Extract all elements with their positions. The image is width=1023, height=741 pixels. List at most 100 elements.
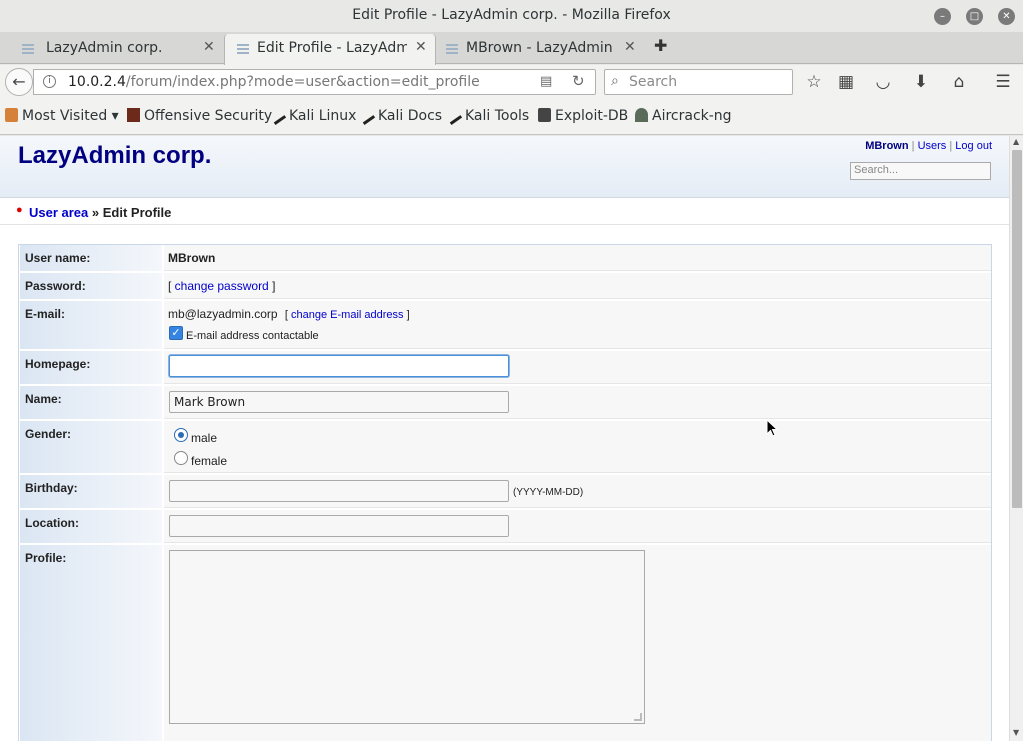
maximize-icon[interactable]: □ xyxy=(966,8,983,25)
bookmark-label: Kali Tools xyxy=(465,108,530,124)
user-links: MBrown | Users | Log out xyxy=(865,140,992,152)
site-search-input[interactable]: Search... xyxy=(850,162,991,180)
link-separator: | xyxy=(949,140,953,152)
bookmark-kali-tools[interactable]: Kali Tools xyxy=(446,108,530,126)
close-tab-icon[interactable]: ✕ xyxy=(203,39,215,55)
page-icon xyxy=(22,44,34,54)
menu-icon[interactable]: ☰ xyxy=(992,72,1014,92)
password-value: [ change password ] xyxy=(164,273,991,299)
downloads-icon[interactable]: ⬇ xyxy=(910,72,932,92)
name-input[interactable]: Mark Brown xyxy=(169,391,509,413)
bookmark-offensive-security[interactable]: Offensive Security xyxy=(127,108,272,124)
password-label: Password: xyxy=(20,273,162,299)
change-email-link[interactable]: change E-mail address xyxy=(291,309,404,321)
window-titlebar: Edit Profile - LazyAdmin corp. - Mozilla… xyxy=(0,0,1023,32)
site-header: LazyAdmin corp. MBrown | Users | Log out… xyxy=(0,136,1009,198)
close-window-icon[interactable]: ✕ xyxy=(998,8,1015,25)
tab-edit-profile[interactable]: Edit Profile - LazyAdm... ✕ xyxy=(224,34,436,65)
most-visited-icon xyxy=(5,108,18,122)
birthday-hint: (YYYY-MM-DD) xyxy=(513,487,584,498)
email-contactable-checkbox[interactable]: ✓ xyxy=(169,326,183,340)
tab-lazyadmin[interactable]: LazyAdmin corp. ✕ xyxy=(0,34,224,64)
site-brand[interactable]: LazyAdmin corp. xyxy=(18,142,211,170)
homepage-input[interactable] xyxy=(169,355,509,377)
url-bar[interactable]: i 10.0.2.4/forum/index.php?mode=user&act… xyxy=(33,69,596,95)
bookmark-label: Offensive Security xyxy=(144,108,273,124)
birthday-label: Birthday: xyxy=(20,475,162,508)
row-profile: Profile: xyxy=(19,545,991,741)
row-homepage: Homepage: xyxy=(19,351,991,385)
scroll-up-icon[interactable]: ▲ xyxy=(1013,137,1019,146)
birthday-input[interactable] xyxy=(169,480,509,502)
resize-grip-icon[interactable] xyxy=(634,713,642,721)
row-email: E-mail: mb@lazyadmin.corp [ change E-mai… xyxy=(19,301,991,350)
home-icon[interactable]: ⌂ xyxy=(948,72,970,92)
email-value: mb@lazyadmin.corp xyxy=(168,307,278,321)
bookmark-most-visited[interactable]: Most Visited ▾ xyxy=(5,108,119,124)
users-link[interactable]: Users xyxy=(918,140,947,152)
bookmark-exploit-db[interactable]: Exploit-DB xyxy=(538,108,628,124)
search-input[interactable]: ⌕ Search xyxy=(604,69,793,95)
site-info-icon[interactable]: i xyxy=(43,75,56,88)
search-icon: ⌕ xyxy=(611,73,619,89)
bookmark-kali-linux[interactable]: Kali Linux xyxy=(270,108,357,126)
row-gender: Gender: male female xyxy=(19,421,991,474)
email-value-cell: mb@lazyadmin.corp [ change E-mail addres… xyxy=(164,301,991,349)
username-value: MBrown xyxy=(164,245,991,271)
new-tab-icon[interactable]: ✚ xyxy=(654,36,667,55)
kali-icon xyxy=(270,110,287,126)
gender-label: Gender: xyxy=(20,421,162,473)
tab-label: MBrown - LazyAdmin ... xyxy=(466,40,616,56)
gender-male-radio[interactable] xyxy=(174,428,188,442)
location-input[interactable] xyxy=(169,515,509,537)
profile-textarea[interactable] xyxy=(169,550,645,724)
tab-label: LazyAdmin corp. xyxy=(46,40,163,56)
exploitdb-icon xyxy=(538,108,551,122)
tab-strip: LazyAdmin corp. ✕ Edit Profile - LazyAdm… xyxy=(0,32,1023,65)
page-scrollbar[interactable]: ▲ ▼ xyxy=(1009,136,1023,741)
name-label: Name: xyxy=(20,386,162,419)
bookmark-star-icon[interactable]: ☆ xyxy=(803,72,825,92)
row-password: Password: [ change password ] xyxy=(19,273,991,300)
reading-list-icon[interactable]: ▦ xyxy=(835,72,857,92)
email-change: [ change E-mail address ] xyxy=(284,309,410,321)
pocket-icon[interactable]: ◡ xyxy=(872,72,894,92)
bookmarks-toolbar: Most Visited ▾ Offensive Security Kali L… xyxy=(0,99,1023,135)
email-contactable-label: E-mail address contactable xyxy=(186,330,319,342)
breadcrumb-user-area[interactable]: User area xyxy=(29,205,88,220)
bullet-icon: ● xyxy=(16,204,23,216)
bookmark-aircrack-ng[interactable]: Aircrack-ng xyxy=(635,108,732,124)
email-label: E-mail: xyxy=(20,301,162,349)
gender-female-radio[interactable] xyxy=(174,451,188,465)
profile-label: Profile: xyxy=(20,545,162,741)
scrollbar-thumb[interactable] xyxy=(1012,150,1022,508)
bookmark-label: Most Visited ▾ xyxy=(22,108,119,124)
location-label: Location: xyxy=(20,510,162,543)
tab-mbrown[interactable]: MBrown - LazyAdmin ... ✕ xyxy=(436,34,646,64)
offsec-icon xyxy=(127,108,140,122)
navigation-toolbar: i 10.0.2.4/forum/index.php?mode=user&act… xyxy=(0,65,1023,99)
page-content: LazyAdmin corp. MBrown | Users | Log out… xyxy=(0,136,1009,741)
gender-male-label: male xyxy=(191,431,218,445)
bookmark-label: Kali Docs xyxy=(378,108,443,124)
url-path: /forum/index.php?mode=user&action=edit_p… xyxy=(125,74,480,90)
user-profile-link[interactable]: MBrown xyxy=(865,140,908,152)
bookmark-label: Kali Linux xyxy=(289,108,357,124)
scroll-down-icon[interactable]: ▼ xyxy=(1013,728,1019,737)
url-text[interactable]: 10.0.2.4/forum/index.php?mode=user&actio… xyxy=(68,74,480,90)
breadcrumb-trail: User area » Edit Profile xyxy=(29,205,171,220)
row-birthday: Birthday: (YYYY-MM-DD) xyxy=(19,475,991,509)
username-label: User name: xyxy=(20,245,162,271)
back-button-icon[interactable]: ← xyxy=(5,68,33,96)
close-tab-icon[interactable]: ✕ xyxy=(415,39,427,55)
mouse-cursor-icon xyxy=(766,419,778,437)
minimize-icon[interactable]: – xyxy=(934,8,951,25)
change-password-link[interactable]: change password xyxy=(175,279,269,293)
close-tab-icon[interactable]: ✕ xyxy=(624,39,636,55)
reader-view-icon[interactable]: ▤ xyxy=(540,74,552,89)
page-icon xyxy=(446,44,458,54)
gender-cell: male female xyxy=(164,421,991,473)
logout-link[interactable]: Log out xyxy=(955,140,992,152)
bookmark-kali-docs[interactable]: Kali Docs xyxy=(359,108,443,126)
reload-icon[interactable]: ↻ xyxy=(572,72,585,90)
